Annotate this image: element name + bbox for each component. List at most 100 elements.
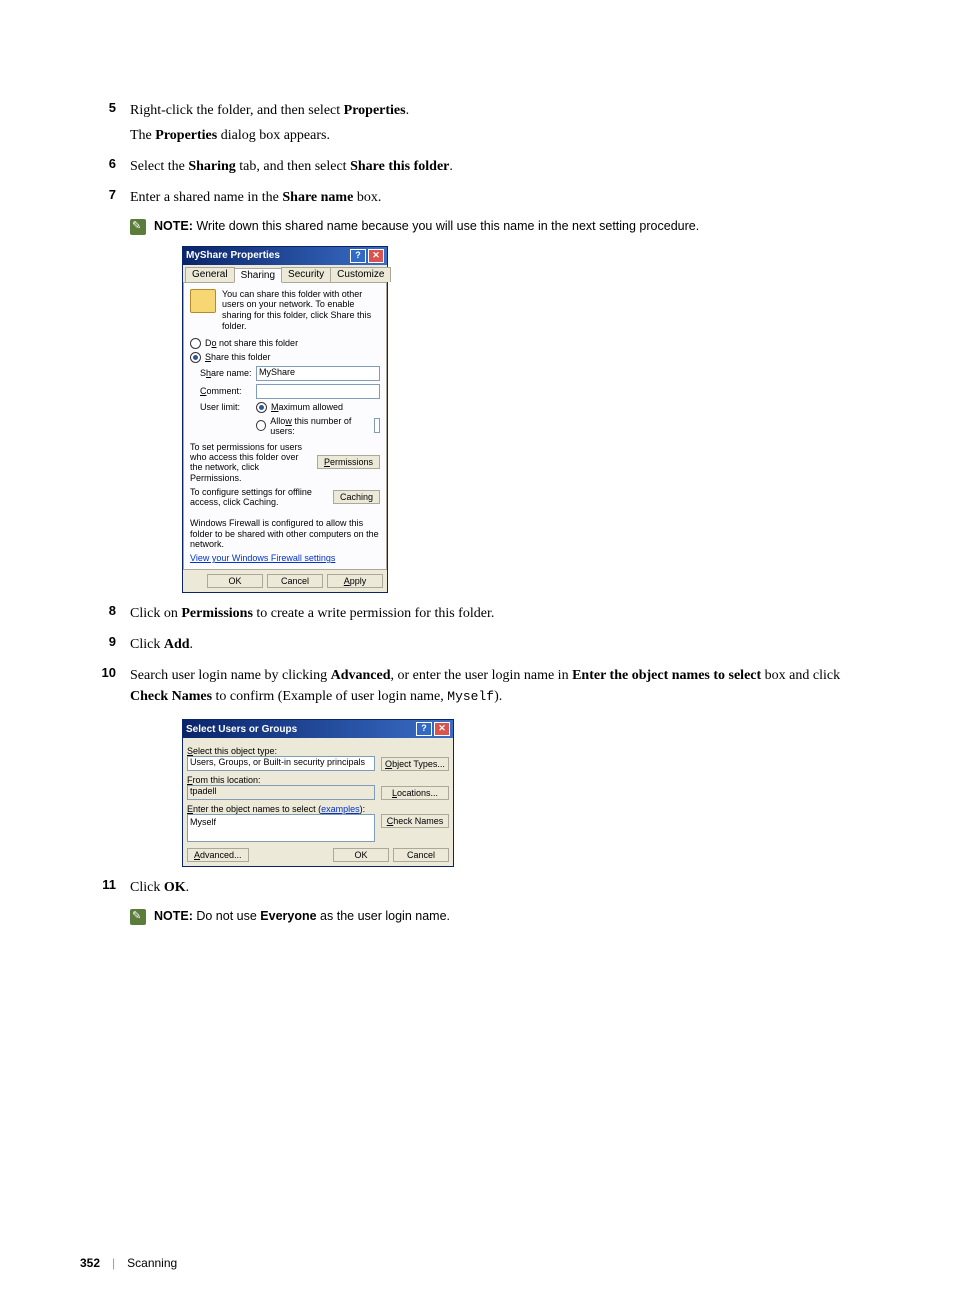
page-number: 352 — [80, 1256, 100, 1270]
text: nter the object names to select ( — [193, 804, 321, 814]
object-type-field: Users, Groups, or Built-in security prin… — [187, 756, 375, 771]
tab-customize[interactable]: Customize — [330, 267, 391, 282]
text: . — [186, 880, 190, 895]
text: Click — [130, 880, 164, 895]
text: tab, and then select — [236, 159, 350, 174]
close-button[interactable]: ✕ — [434, 722, 450, 736]
radio-icon — [256, 420, 266, 431]
step-number: 6 — [80, 156, 130, 181]
text: Click — [130, 637, 164, 652]
dialog-body: Select this object type: Users, Groups, … — [183, 738, 453, 866]
share-name-input[interactable]: MyShare — [256, 366, 380, 381]
caching-button[interactable]: Caching — [333, 490, 380, 504]
permissions-text: To set permissions for users who access … — [190, 442, 311, 483]
step-8: 8 Click on Permissions to create a write… — [80, 603, 874, 628]
step-number: 10 — [80, 665, 130, 711]
titlebar-buttons: ? ✕ — [350, 249, 384, 263]
text: to create a write permission for this fo… — [253, 606, 494, 621]
radio-icon — [190, 352, 201, 363]
mono: Myself — [447, 689, 494, 704]
object-names-input[interactable]: Myself — [187, 814, 375, 842]
text: Enter a shared name in the — [130, 190, 282, 205]
section-title: Scanning — [127, 1256, 177, 1270]
locations-button[interactable]: Locations... — [381, 786, 449, 800]
tab-general[interactable]: General — [185, 267, 235, 282]
radio-icon — [256, 402, 267, 413]
step-body: Right-click the folder, and then select … — [130, 100, 874, 150]
note-icon — [130, 909, 146, 925]
help-button[interactable]: ? — [416, 722, 432, 736]
note-text: NOTE: Write down this shared name becaus… — [154, 218, 699, 236]
note-label: NOTE: — [154, 909, 196, 923]
note: NOTE: Write down this shared name becaus… — [130, 218, 874, 236]
bold: Share this folder — [350, 159, 449, 174]
text: box and click — [761, 668, 840, 683]
text: . — [406, 103, 410, 118]
text: The — [130, 128, 155, 143]
bold: Sharing — [188, 159, 235, 174]
firewall-link[interactable]: View your Windows Firewall settings — [190, 553, 380, 563]
step-body: Click on Permissions to create a write p… — [130, 603, 874, 628]
bold: OK — [164, 880, 186, 895]
tab-sharing[interactable]: Sharing — [234, 268, 282, 283]
step-11: 11 Click OK. — [80, 877, 874, 902]
step-body: Select the Sharing tab, and then select … — [130, 156, 874, 181]
bold: Check Names — [130, 689, 212, 704]
text: Search user login name by clicking — [130, 668, 331, 683]
bold: Properties — [155, 128, 217, 143]
user-count-spinner[interactable] — [374, 418, 380, 433]
step-5: 5 Right-click the folder, and then selec… — [80, 100, 874, 150]
titlebar: MyShare Properties ? ✕ — [183, 247, 387, 265]
text: . — [449, 159, 453, 174]
bold: Share name — [282, 190, 353, 205]
radio-allow-number[interactable]: Allow this number of users: — [256, 416, 380, 436]
titlebar-buttons: ? ✕ — [416, 722, 450, 736]
step-number: 8 — [80, 603, 130, 628]
cancel-button[interactable]: Cancel — [267, 574, 323, 588]
dialog-buttons: OK Cancel Apply — [183, 570, 387, 592]
step-body: Enter a shared name in the Share name bo… — [130, 187, 874, 212]
advanced-button[interactable]: Advanced... — [187, 848, 249, 862]
firewall-text: Windows Firewall is configured to allow … — [190, 518, 380, 550]
properties-dialog: MyShare Properties ? ✕ General Sharing S… — [182, 246, 388, 594]
radio-icon — [190, 338, 201, 349]
step-body: Click OK. — [130, 877, 874, 902]
object-types-button[interactable]: Object Types... — [381, 757, 449, 771]
text: Select the — [130, 159, 188, 174]
ok-button[interactable]: OK — [207, 574, 263, 588]
ok-button[interactable]: OK — [333, 848, 389, 862]
close-button[interactable]: ✕ — [368, 249, 384, 263]
permissions-button[interactable]: Permissions — [317, 455, 380, 469]
text: , or enter the user login name in — [391, 668, 573, 683]
apply-button[interactable]: Apply — [327, 574, 383, 588]
text: dialog box appears. — [217, 128, 330, 143]
dialog-title: Select Users or Groups — [186, 724, 297, 735]
tab-security[interactable]: Security — [281, 267, 331, 282]
comment-input[interactable] — [256, 384, 380, 399]
location-field: tpadell — [187, 785, 375, 800]
text: Click on — [130, 606, 181, 621]
check-names-button[interactable]: Check Names — [381, 814, 449, 828]
cancel-button[interactable]: Cancel — [393, 848, 449, 862]
text: as the user login name. — [317, 909, 450, 923]
text: ): — [360, 804, 366, 814]
caching-text: To configure settings for offline access… — [190, 487, 327, 508]
bold: Properties — [344, 103, 406, 118]
radio-do-not-share[interactable]: Do not share this folder — [190, 338, 380, 349]
step-number: 5 — [80, 100, 130, 150]
radio-max-allowed[interactable]: Maximum allowed — [256, 402, 380, 413]
step-body: Search user login name by clicking Advan… — [130, 665, 874, 711]
help-button[interactable]: ? — [350, 249, 366, 263]
bold: Add — [164, 637, 190, 652]
step-number: 7 — [80, 187, 130, 212]
step-6: 6 Select the Sharing tab, and then selec… — [80, 156, 874, 181]
note-label: NOTE: — [154, 219, 196, 233]
text: ). — [494, 689, 502, 704]
bold: Permissions — [181, 606, 253, 621]
step-number: 11 — [80, 877, 130, 902]
bold: Everyone — [260, 909, 316, 923]
text: Write down this shared name because you … — [196, 219, 699, 233]
examples-link[interactable]: examples — [321, 804, 360, 814]
step-number: 9 — [80, 634, 130, 659]
radio-share-folder[interactable]: Share this folder — [190, 352, 380, 363]
